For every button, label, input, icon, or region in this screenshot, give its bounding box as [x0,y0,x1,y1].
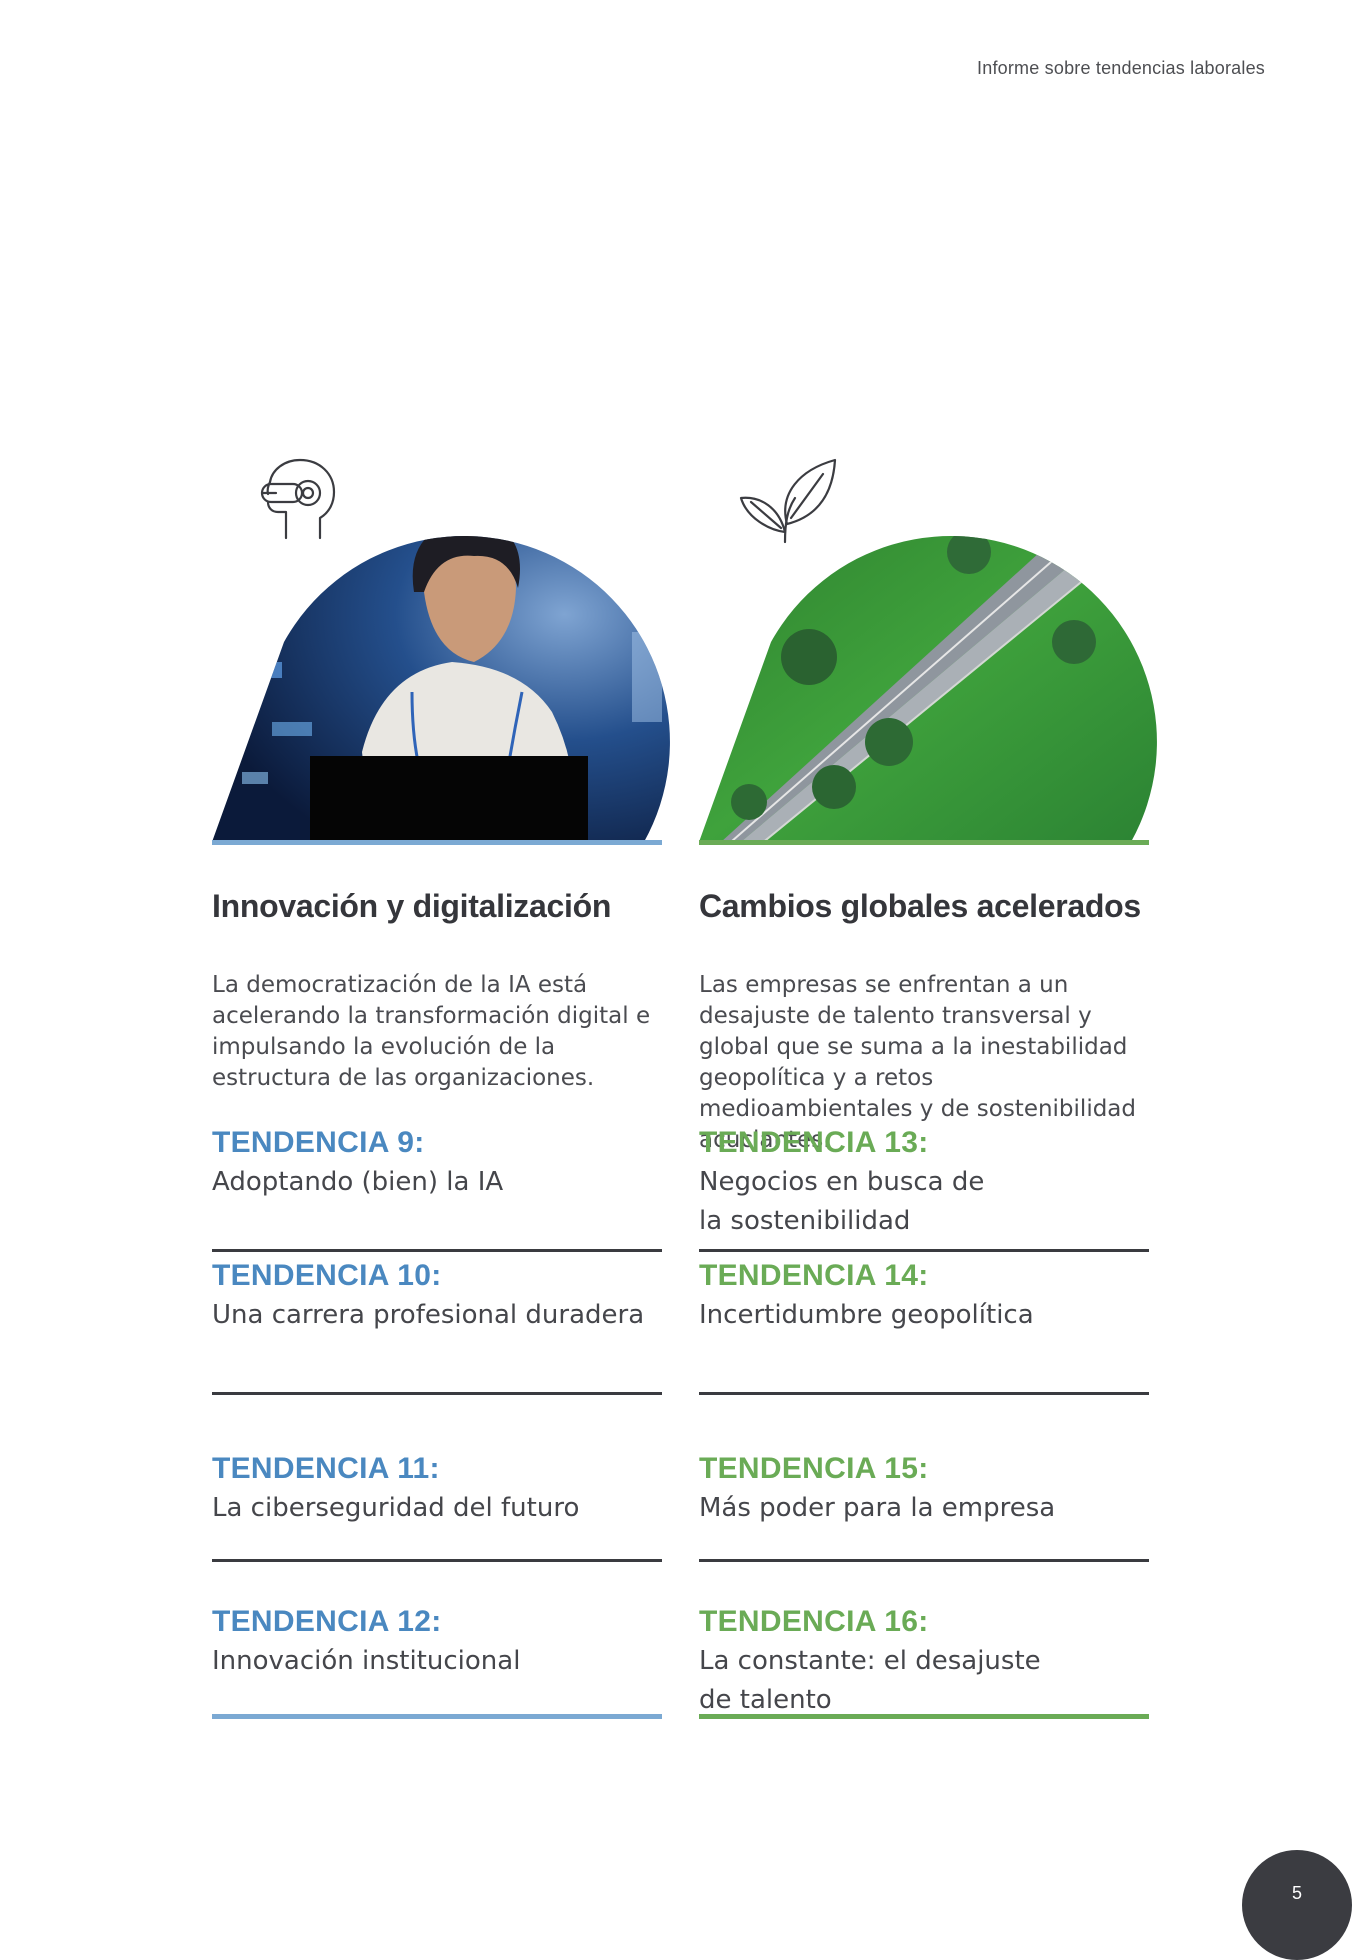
trend-divider [699,1392,1149,1395]
trend-label: TENDENCIA 14: [699,1259,929,1292]
trend-label: TENDENCIA 13: [699,1126,929,1159]
trend-divider [699,1559,1149,1562]
global-changes-accent-bar [699,840,1149,845]
trend-item: TENDENCIA 9: Adoptando (bien) la IA [212,1125,662,1258]
trend-item: TENDENCIA 10: Una carrera profesional du… [212,1258,662,1451]
innovation-accent-bar [212,840,662,845]
trend-label: TENDENCIA 12: [212,1605,442,1638]
trend-divider [699,1249,1149,1252]
section-title: Innovación y digitalización [212,888,612,924]
global-changes-bottom-accent [699,1714,1149,1719]
trend-label: TENDENCIA 10: [212,1259,442,1292]
global-changes-visual [699,456,1157,845]
trend-text: Innovación institucional [212,1646,521,1676]
road-through-field-photo [699,536,1157,842]
section-description: Las empresas se enfrentan a un desajuste… [699,972,1136,1153]
trend-text: Adoptando (bien) la IA [212,1167,504,1197]
section-title: Cambios globales acelerados [699,888,1141,924]
trend-text: La constante: el desajuste de talento [699,1646,1041,1715]
trend-text: Una carrera profesional duradera [212,1300,645,1330]
page-number-badge: 5 [1242,1850,1352,1960]
report-header-title: Informe sobre tendencias laborales [977,58,1265,78]
trend-label: TENDENCIA 15: [699,1452,929,1485]
trend-label: TENDENCIA 9: [212,1126,425,1159]
trend-item: TENDENCIA 12: Innovación institucional [212,1604,662,1729]
trend-item: TENDENCIA 13: Negocios en busca de la so… [699,1125,1149,1258]
trend-item: TENDENCIA 15: Más poder para la empresa [699,1451,1149,1604]
column-global-changes: Cambios globales acelerados Las empresas… [699,456,1157,1729]
trend-label: TENDENCIA 16: [699,1605,929,1638]
trend-text: Más poder para la empresa [699,1493,1056,1523]
section-description: La democratización de la IA está acelera… [212,972,651,1091]
page-number: 5 [1291,1883,1302,1903]
trend-divider [212,1559,662,1562]
trend-text: La ciberseguridad del futuro [212,1493,580,1523]
trend-item: TENDENCIA 14: Incertidumbre geopolítica [699,1258,1149,1451]
trend-label: TENDENCIA 11: [212,1452,440,1485]
innovation-bottom-accent [212,1714,662,1719]
column-innovation: Innovación y digitalización La democrati… [212,456,670,1729]
trend-text: Incertidumbre geopolítica [699,1300,1034,1330]
trend-text: Negocios en busca de la sostenibilidad [699,1167,985,1236]
innovation-visual [212,456,670,845]
trend-divider [212,1249,662,1252]
trend-divider [212,1392,662,1395]
trend-item: TENDENCIA 11: La ciberseguridad del futu… [212,1451,662,1604]
person-with-laptop-photo [212,536,670,842]
trend-item: TENDENCIA 16: La constante: el desajuste… [699,1604,1149,1729]
